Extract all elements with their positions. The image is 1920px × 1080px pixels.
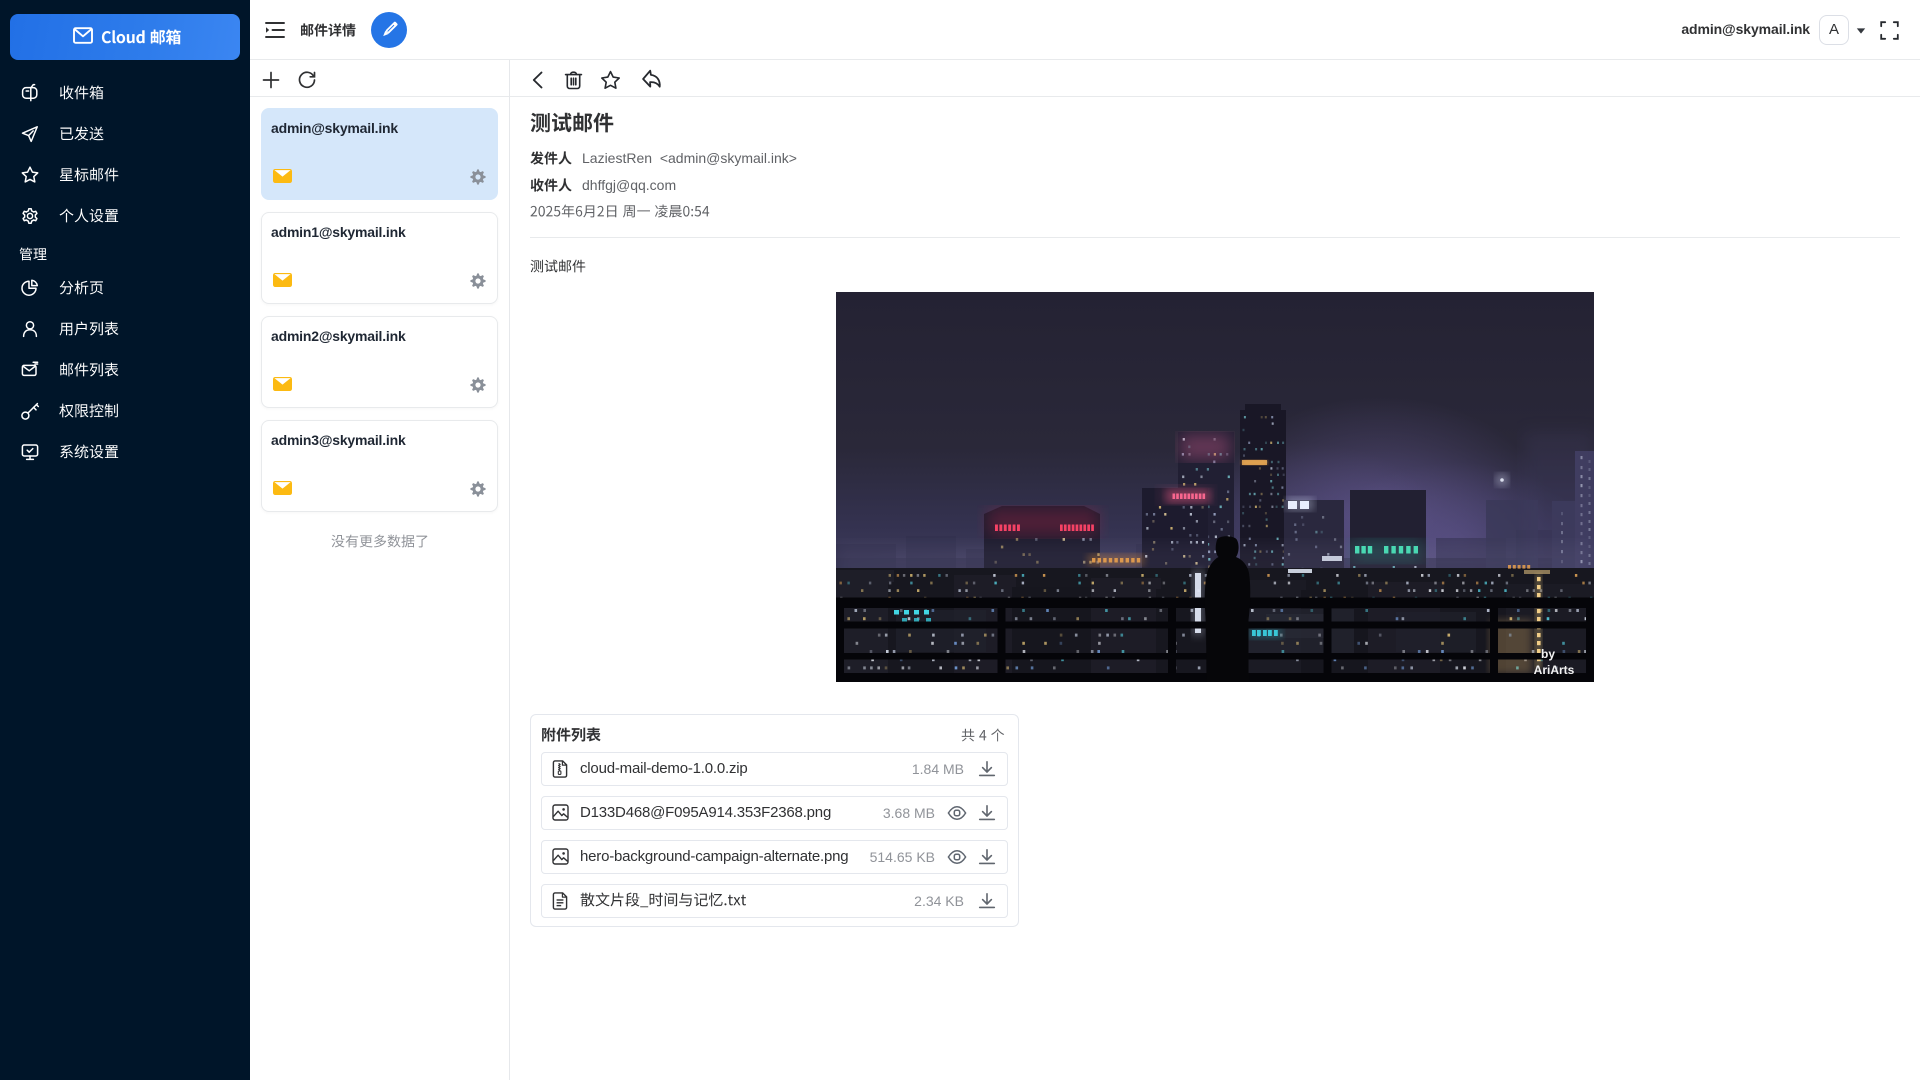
svg-text:AriArts: AriArts — [1534, 663, 1575, 677]
svg-text:by: by — [1541, 647, 1555, 661]
